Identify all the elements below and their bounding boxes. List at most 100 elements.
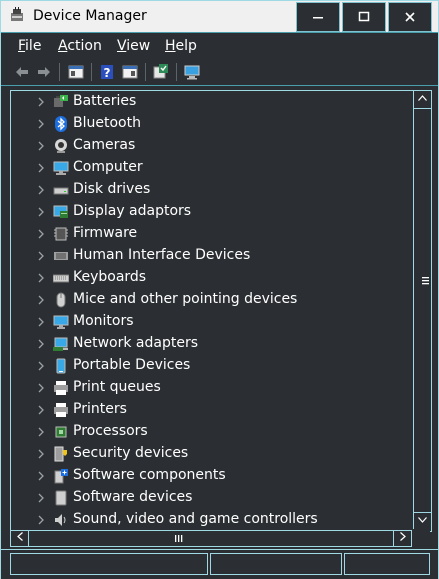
tree-item-monitors[interactable]: Monitors bbox=[11, 311, 411, 333]
firmware-icon bbox=[54, 227, 68, 241]
tree-item-sound-video-and-game-controllers[interactable]: Sound, video and game controllers bbox=[11, 509, 411, 531]
vertical-scroll-thumb[interactable] bbox=[416, 109, 429, 511]
menu-action-accel: A bbox=[58, 38, 68, 54]
chevron-right-icon[interactable] bbox=[36, 96, 46, 108]
status-bar bbox=[1, 549, 438, 579]
scan-hardware-icon[interactable] bbox=[183, 63, 201, 81]
scroll-down-button[interactable] bbox=[414, 512, 431, 530]
menu-help[interactable]: Help bbox=[165, 38, 197, 54]
back-arrow-icon[interactable] bbox=[13, 63, 31, 81]
chevron-right-icon[interactable] bbox=[36, 162, 46, 174]
tree-item-disk-drives[interactable]: Disk drives bbox=[11, 179, 411, 201]
tree-item-print-queues[interactable]: Print queues bbox=[11, 377, 411, 399]
portable-device-icon bbox=[56, 358, 66, 374]
status-pane-middle bbox=[210, 553, 342, 575]
toolbar-separator bbox=[176, 63, 177, 81]
tree-item-label: Firmware bbox=[73, 225, 138, 241]
tree-item-computer[interactable]: Computer bbox=[11, 157, 411, 179]
chevron-right-icon[interactable] bbox=[36, 250, 46, 262]
chevron-right-icon[interactable] bbox=[36, 426, 46, 438]
tree-item-portable-devices[interactable]: Portable Devices bbox=[11, 355, 411, 377]
chevron-right-icon[interactable] bbox=[36, 118, 46, 130]
chevron-right-icon[interactable] bbox=[36, 360, 46, 372]
toolbar-separator bbox=[59, 63, 60, 81]
tree-item-software-devices[interactable]: Software devices bbox=[11, 487, 411, 509]
title-bar[interactable]: Device Manager bbox=[1, 1, 438, 32]
menu-file-rest: ile bbox=[25, 38, 42, 54]
show-hide-console-tree-icon[interactable] bbox=[67, 63, 85, 81]
tree-item-network-adapters[interactable]: Network adapters bbox=[11, 333, 411, 355]
battery-icon bbox=[54, 95, 68, 107]
chevron-right-icon bbox=[399, 532, 406, 541]
scroll-right-button[interactable] bbox=[393, 531, 411, 546]
menu-view[interactable]: View bbox=[117, 38, 150, 54]
toolbar: ? bbox=[1, 59, 438, 86]
chevron-right-icon[interactable] bbox=[36, 382, 46, 394]
horizontal-scroll-thumb[interactable] bbox=[29, 532, 329, 545]
close-icon bbox=[405, 12, 415, 22]
mouse-icon bbox=[56, 292, 66, 308]
device-tree[interactable]: Batteries Bluetooth Cameras Computer Disk dr… bbox=[10, 90, 432, 532]
chevron-right-icon[interactable] bbox=[36, 206, 46, 218]
tree-item-label: Network adapters bbox=[73, 335, 198, 351]
menu-view-accel: V bbox=[117, 38, 127, 54]
scroll-left-button[interactable] bbox=[11, 531, 29, 546]
tree-item-label: Software components bbox=[73, 467, 226, 483]
device-tree-list: Batteries Bluetooth Cameras Computer Disk dr… bbox=[11, 91, 411, 531]
chevron-right-icon[interactable] bbox=[36, 294, 46, 306]
scroll-up-button[interactable] bbox=[414, 91, 431, 109]
menu-view-rest: iew bbox=[126, 38, 151, 54]
tree-item-label: Portable Devices bbox=[73, 357, 191, 373]
tree-item-security-devices[interactable]: Security devices bbox=[11, 443, 411, 465]
tree-item-display-adaptors[interactable]: Display adaptors bbox=[11, 201, 411, 223]
status-pane-right bbox=[344, 553, 430, 575]
chevron-right-icon[interactable] bbox=[36, 338, 46, 350]
close-button[interactable] bbox=[388, 2, 432, 32]
status-pane-main bbox=[10, 553, 208, 575]
chevron-right-icon[interactable] bbox=[36, 492, 46, 504]
tree-item-label: Disk drives bbox=[73, 181, 151, 197]
properties-icon[interactable] bbox=[121, 63, 139, 81]
menu-bar: File Action View Help bbox=[1, 32, 438, 59]
tree-item-human-interface-devices[interactable]: Human Interface Devices bbox=[11, 245, 411, 267]
tree-item-processors[interactable]: Processors bbox=[11, 421, 411, 443]
keyboard-icon bbox=[53, 274, 69, 283]
device-manager-app-icon bbox=[11, 7, 23, 21]
tree-item-cameras[interactable]: Cameras bbox=[11, 135, 411, 157]
chevron-right-icon[interactable] bbox=[36, 404, 46, 416]
menu-file[interactable]: File bbox=[18, 38, 41, 54]
chevron-right-icon[interactable] bbox=[36, 470, 46, 482]
menu-action[interactable]: Action bbox=[58, 38, 102, 54]
chevron-right-icon[interactable] bbox=[36, 228, 46, 240]
tree-item-label: Processors bbox=[73, 423, 148, 439]
tree-item-mice-and-other-pointing-devices[interactable]: Mice and other pointing devices bbox=[11, 289, 411, 311]
horizontal-scrollbar[interactable] bbox=[10, 530, 412, 547]
software-device-icon bbox=[55, 490, 67, 506]
update-driver-icon[interactable] bbox=[152, 63, 170, 81]
vertical-scrollbar[interactable] bbox=[413, 91, 431, 529]
chevron-right-icon[interactable] bbox=[36, 184, 46, 196]
display-adapter-icon bbox=[53, 205, 68, 218]
software-component-icon bbox=[54, 469, 68, 484]
help-icon[interactable]: ? bbox=[98, 63, 116, 81]
menu-help-accel: H bbox=[165, 38, 176, 54]
tree-item-label: Software devices bbox=[73, 489, 193, 505]
tree-item-bluetooth[interactable]: Bluetooth bbox=[11, 113, 411, 135]
tree-item-software-components[interactable]: Software components bbox=[11, 465, 411, 487]
chevron-right-icon[interactable] bbox=[36, 272, 46, 284]
maximize-button[interactable] bbox=[342, 2, 386, 32]
tree-item-keyboards[interactable]: Keyboards bbox=[11, 267, 411, 289]
minimize-button[interactable] bbox=[296, 2, 340, 32]
tree-item-firmware[interactable]: Firmware bbox=[11, 223, 411, 245]
chevron-up-icon bbox=[418, 95, 427, 101]
tree-item-printers[interactable]: Printers bbox=[11, 399, 411, 421]
chevron-right-icon[interactable] bbox=[36, 316, 46, 328]
chevron-right-icon[interactable] bbox=[36, 514, 46, 526]
chevron-right-icon[interactable] bbox=[36, 140, 46, 152]
chevron-left-icon bbox=[16, 532, 23, 541]
tree-item-label: Keyboards bbox=[73, 269, 147, 285]
menu-action-rest: ction bbox=[67, 38, 102, 54]
forward-arrow-icon[interactable] bbox=[35, 63, 53, 81]
tree-item-batteries[interactable]: Batteries bbox=[11, 91, 411, 113]
chevron-right-icon[interactable] bbox=[36, 448, 46, 460]
